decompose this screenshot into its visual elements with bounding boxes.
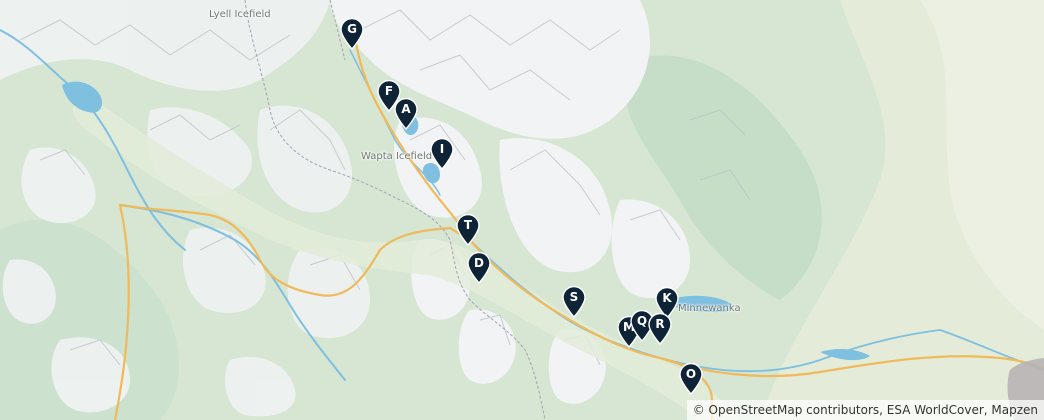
map-basemap[interactable] bbox=[0, 0, 1044, 420]
map-marker-d[interactable]: D bbox=[466, 252, 492, 284]
map-marker-label: T bbox=[463, 218, 473, 232]
map-marker-label: F bbox=[384, 84, 394, 98]
map-view[interactable]: Lyell Icefield Wapta Icefield Minnewanka… bbox=[0, 0, 1044, 420]
map-marker-label: O bbox=[685, 367, 697, 381]
map-marker-label: A bbox=[401, 102, 411, 116]
map-marker-a[interactable]: A bbox=[393, 98, 419, 130]
copyright-symbol: © bbox=[692, 403, 705, 417]
map-marker-r[interactable]: R bbox=[647, 313, 673, 345]
map-marker-s[interactable]: S bbox=[561, 286, 587, 318]
map-marker-i[interactable]: I bbox=[429, 138, 455, 170]
map-marker-label: R bbox=[655, 317, 665, 331]
map-marker-label: D bbox=[474, 256, 484, 270]
map-marker-g[interactable]: G bbox=[339, 18, 365, 50]
attribution-text[interactable]: OpenStreetMap contributors, ESA WorldCov… bbox=[709, 403, 1038, 417]
map-marker-label: S bbox=[569, 290, 579, 304]
map-marker-label: I bbox=[439, 142, 445, 156]
map-marker-label: K bbox=[662, 291, 672, 305]
map-marker-o[interactable]: O bbox=[678, 363, 704, 395]
map-attribution: © OpenStreetMap contributors, ESA WorldC… bbox=[686, 400, 1044, 420]
map-marker-label: G bbox=[347, 22, 357, 36]
map-marker-t[interactable]: T bbox=[455, 214, 481, 246]
